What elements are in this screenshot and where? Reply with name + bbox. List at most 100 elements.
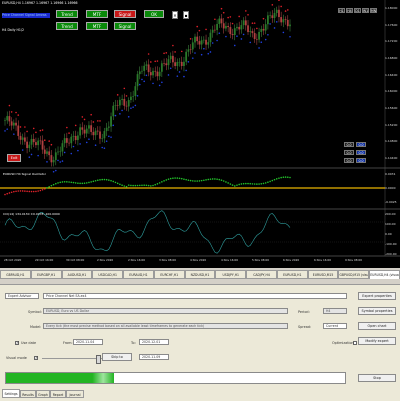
candle-body <box>194 36 196 43</box>
expert-select[interactable]: Price Channel Net EA.ex4 <box>43 293 347 299</box>
candle-body <box>43 149 46 154</box>
chart-tab[interactable]: GBPUSD,M15 (visual) <box>338 270 370 279</box>
exit-button[interactable]: Exit <box>7 154 21 162</box>
oscillator-dot <box>43 188 46 190</box>
chart-tab[interactable]: EURCHF,H1 <box>153 270 185 279</box>
chart-tab[interactable]: USDCAD,H1 <box>92 270 124 279</box>
chart-tab[interactable]: CADJPY,H4 <box>246 270 277 279</box>
to-date-input[interactable]: 2020.12.01 <box>139 339 169 345</box>
oscillator-dot <box>163 180 165 182</box>
oscillator-dot <box>35 190 37 193</box>
panel-button-signal[interactable]: Signal <box>114 10 136 18</box>
tester-tab-report[interactable]: Report <box>50 390 66 398</box>
candle-body <box>160 63 163 72</box>
oscillator-dot <box>134 184 137 187</box>
oscillator-dot <box>132 184 134 187</box>
panel-button-trend[interactable]: Trend <box>56 22 78 30</box>
price-axis-label: 1.16000 <box>385 89 398 94</box>
signal-dot <box>52 170 55 173</box>
signal-dot <box>280 5 282 8</box>
candle-body <box>236 26 238 29</box>
panel-button-trend[interactable]: Trend <box>56 10 78 18</box>
candle-body <box>218 18 221 24</box>
chart-tab[interactable]: EURUSD,H1 <box>276 270 308 279</box>
symbol-properties-button[interactable]: Symbol properties <box>358 307 396 315</box>
panel-button-mtf[interactable]: MTF <box>86 10 108 18</box>
open-chart-button[interactable]: Open chart <box>358 322 396 330</box>
modify-expert-button[interactable]: Modify expert <box>358 337 396 345</box>
mode-select[interactable]: Expert Advisor <box>5 293 39 299</box>
candle-body <box>200 40 203 45</box>
speed-slider-track[interactable] <box>42 358 102 359</box>
visual-mode-checkbox[interactable]: ✓ <box>34 355 38 360</box>
time-axis-label: 6 Nov 2020 <box>283 258 300 262</box>
candle-body <box>138 71 141 75</box>
chart-tab[interactable]: USDJPY,H1 <box>215 270 247 279</box>
skip-to-date-input[interactable]: 2020.11.09 <box>139 354 169 360</box>
panel-button-ok[interactable]: OK <box>144 10 164 18</box>
tester-tab-journal[interactable]: Journal <box>66 390 84 398</box>
period-select[interactable]: H4 <box>323 308 347 314</box>
tester-tab-graph[interactable]: Graph <box>36 390 50 398</box>
chart-tab[interactable]: AUDUSD,H1 <box>61 270 93 279</box>
minimize-panel-button[interactable]: ▪ <box>183 11 189 19</box>
oscillator-dot <box>205 179 207 181</box>
signal-dot <box>225 35 227 38</box>
candle-body <box>156 71 159 77</box>
signal-dot <box>6 128 9 130</box>
candle-body <box>251 31 254 34</box>
candle-body <box>118 99 121 106</box>
skip-to-button[interactable]: Skip to <box>102 353 132 361</box>
chart-tab[interactable]: GBPAUD,H1 <box>0 270 31 279</box>
tester-tab-settings[interactable]: Settings <box>2 389 20 398</box>
candle-body <box>15 122 17 126</box>
signal-dot <box>61 160 64 162</box>
signal-dot <box>15 111 17 114</box>
close-panel-button[interactable]: ✕ <box>172 11 178 19</box>
candle-body <box>267 15 269 25</box>
candle-body <box>85 128 88 134</box>
chart-tab[interactable]: EURAUD,H1 <box>123 270 154 279</box>
candle-body <box>83 129 86 134</box>
price-axis-label: 1.15200 <box>385 122 398 127</box>
price-chart[interactable] <box>0 0 400 268</box>
chart-tab[interactable]: NZDUSD,H1 <box>184 270 216 279</box>
candle-body <box>158 71 161 77</box>
spread-select[interactable]: Current <box>323 323 347 329</box>
candle-body <box>63 138 66 144</box>
chart-tab[interactable]: EURUSD,H4 (visual) <box>369 270 400 279</box>
panel-button-signal[interactable]: Signal <box>114 22 136 30</box>
model-select[interactable]: Every tick (the most precise method base… <box>43 323 288 329</box>
candle-body <box>178 61 181 63</box>
oscillator-dot <box>66 181 68 183</box>
use-date-checkbox[interactable]: ✓ <box>15 340 19 345</box>
panel-button-mtf[interactable]: MTF <box>86 22 108 30</box>
signal-dot <box>178 71 181 73</box>
oscillator-dot <box>200 179 203 182</box>
timeframe-info: H4 Daily H1/2 <box>2 28 25 32</box>
signal-dot <box>63 151 66 154</box>
time-axis-label: 28 Oct 2020 <box>4 258 22 262</box>
oscillator-dot <box>145 184 148 187</box>
chart-tab[interactable]: EURGBP,H1 <box>30 270 62 279</box>
expert-properties-button[interactable]: Expert properties <box>358 292 396 300</box>
signal-dot <box>189 38 192 40</box>
oscillator-dot <box>55 182 57 185</box>
chart-window[interactable]: EURUSD,H4 1.16967 1.16967 1.16966 1.1696… <box>0 0 400 268</box>
speed-slider-thumb[interactable] <box>96 355 101 364</box>
candle-body <box>17 125 20 136</box>
oscillator-dot <box>214 178 216 180</box>
candle-body <box>70 136 73 144</box>
stop-button[interactable]: Stop <box>358 374 396 382</box>
oscillator-dot <box>17 190 20 192</box>
candle-body <box>187 49 190 52</box>
signal-dot <box>269 23 271 25</box>
oscillator-dot <box>19 190 22 192</box>
chart-tab[interactable]: EURUSD,M15 <box>307 270 339 279</box>
tester-tab-results[interactable]: Results <box>20 390 36 398</box>
candle-body <box>136 74 139 87</box>
symbol-select[interactable]: EURUSD, Euro vs US Dollar <box>43 308 288 314</box>
oscillator-dot <box>119 183 121 186</box>
from-date-input[interactable]: 2020.11.04 <box>73 339 103 345</box>
signal-dot <box>43 139 46 142</box>
